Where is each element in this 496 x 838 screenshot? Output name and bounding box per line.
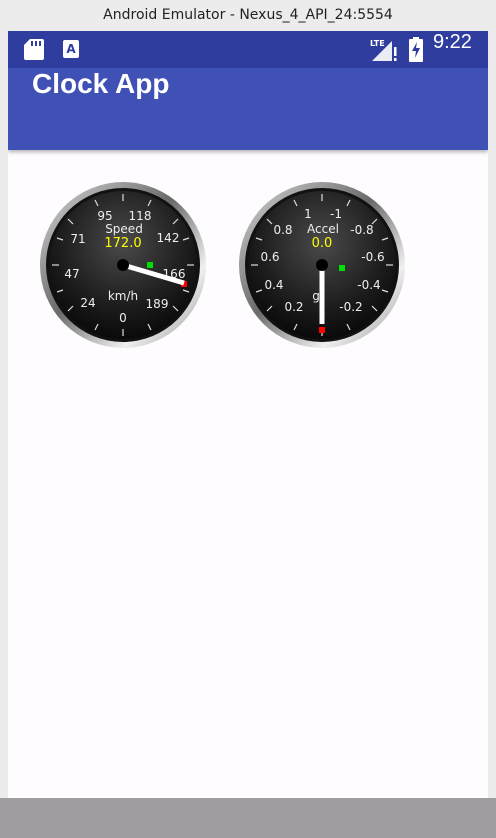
accel-tick-label: -0.8 <box>350 223 373 237</box>
status-time: 9:22 <box>433 31 472 53</box>
accel-gauge: 0.2 0.4 0.6 0.8 1 -1 -0.8 -0.6 -0.4 -0.2… <box>238 181 406 349</box>
speed-gauge: 0 24 47 71 95 118 142 166 189 Speed 172.… <box>39 181 207 349</box>
accel-tick-label: 1 <box>304 207 312 221</box>
speed-tick-label: 142 <box>157 231 180 245</box>
speed-tick-label: 47 <box>64 267 79 281</box>
device-screen: A LTE 9:22 Clock App 0 24 47 71 95 118 1… <box>8 31 488 838</box>
accel-gauge-value: 0.0 <box>312 236 333 251</box>
emulator-window-title: Android Emulator - Nexus_4_API_24:5554 <box>0 0 496 31</box>
accel-gauge-unit: g <box>312 289 320 303</box>
accel-current-marker <box>319 327 325 333</box>
accel-gauge-title: Accel <box>307 222 339 236</box>
app-title: Clock App <box>32 68 170 99</box>
sd-card-icon <box>24 39 44 60</box>
speed-gauge-value: 172.0 <box>104 236 141 251</box>
speed-gauge-unit: km/h <box>108 289 138 303</box>
emulator-frame-edge <box>488 798 496 838</box>
status-bar: A LTE 9:22 <box>8 31 488 68</box>
speed-tick-label: 95 <box>97 209 112 223</box>
app-bar: Clock App <box>8 68 488 150</box>
emulator-frame-edge <box>0 798 8 838</box>
speed-tick-label: 24 <box>80 296 95 310</box>
accel-tick-label: -1 <box>330 207 342 221</box>
speed-tick-label: 0 <box>119 311 127 325</box>
a-notification-icon: A <box>63 40 79 58</box>
speed-gauge-title: Speed <box>105 222 143 236</box>
accel-tick-label: 0.8 <box>273 223 292 237</box>
speed-tick-label: 71 <box>70 232 85 246</box>
accel-needle-hub <box>316 259 328 271</box>
speed-tick-label: 118 <box>129 209 152 223</box>
speed-tick-label: 189 <box>146 297 169 311</box>
accel-tick-label: 0.2 <box>284 300 303 314</box>
accel-tick-label: -0.6 <box>361 250 384 264</box>
navigation-bar <box>8 798 488 838</box>
accel-tick-label: 0.4 <box>264 278 283 292</box>
accel-tick-label: -0.2 <box>339 300 362 314</box>
speed-max-marker <box>147 262 153 268</box>
speed-needle-hub <box>117 259 129 271</box>
network-type-label: LTE <box>370 39 385 48</box>
accel-tick-label: 0.6 <box>260 250 279 264</box>
accel-tick-label: -0.4 <box>357 278 380 292</box>
accel-max-marker <box>339 265 345 271</box>
battery-charging-icon <box>409 37 423 62</box>
lte-signal-icon: LTE <box>370 39 397 61</box>
